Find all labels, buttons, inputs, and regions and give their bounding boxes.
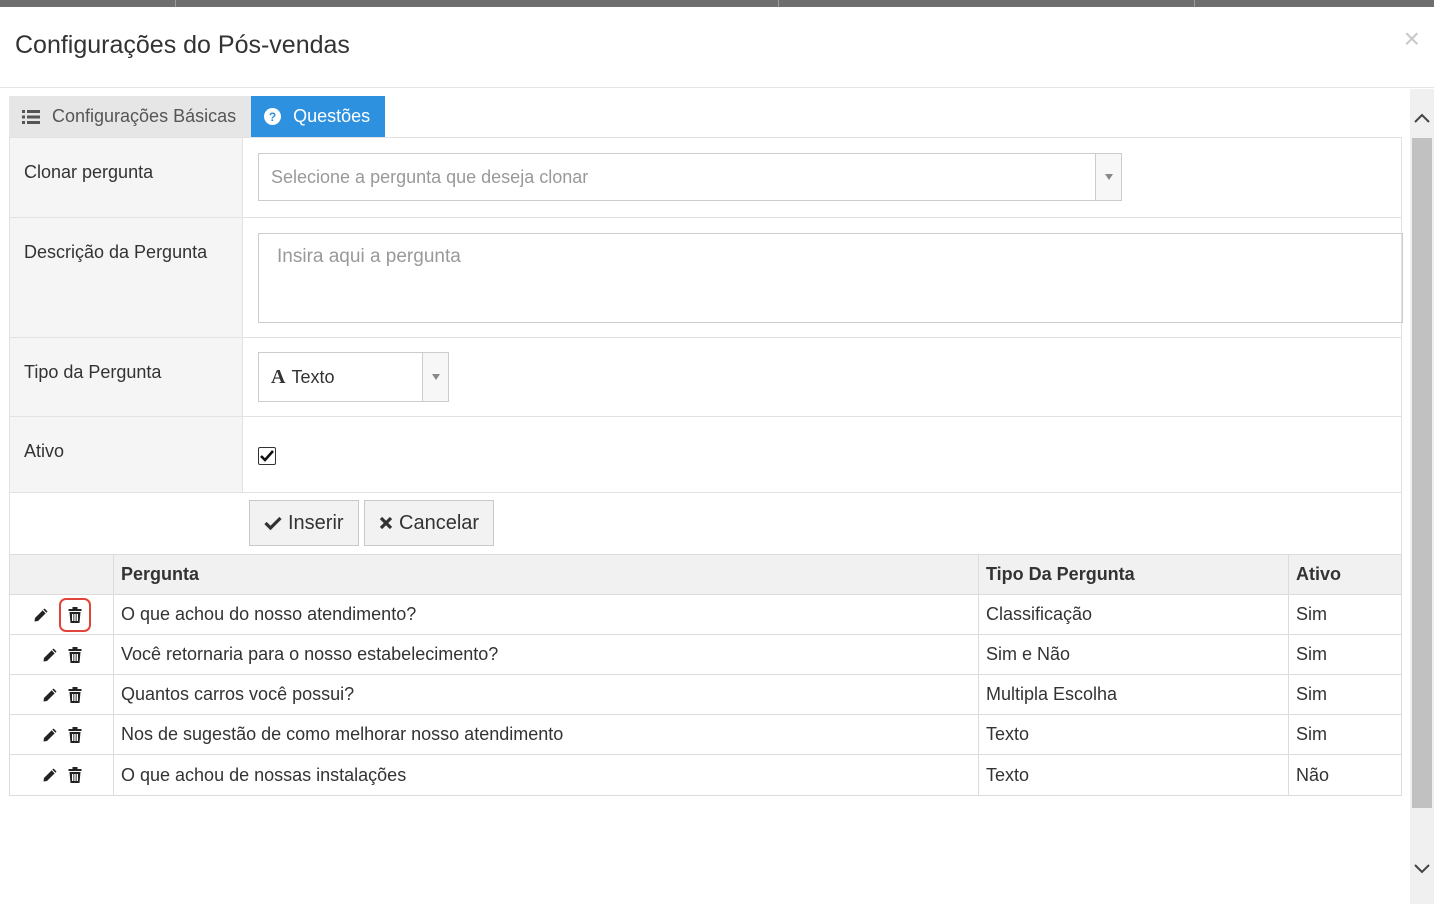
checkmark-icon: [260, 450, 274, 462]
active-cell: Não: [1296, 764, 1330, 785]
question-type-value: Texto: [291, 366, 335, 387]
close-button[interactable]: ×: [1404, 25, 1420, 53]
trash-icon[interactable]: [68, 646, 82, 663]
questions-table: Pergunta Tipo Da Pergunta Ativo O que ac…: [9, 554, 1402, 796]
type-cell: Sim e Não: [979, 635, 1289, 674]
type-cell: Multipla Escolha: [979, 675, 1289, 714]
table-row: Nos de sugestão de como melhorar nosso a…: [10, 715, 1401, 755]
active-cell: Sim: [1296, 684, 1327, 704]
trash-icon[interactable]: [68, 686, 82, 703]
type-cell: Texto: [979, 715, 1289, 754]
table-header: Pergunta Tipo Da Pergunta Ativo: [10, 555, 1401, 595]
insert-label: Inserir: [288, 511, 344, 534]
question-cell: Você retornaria para o nosso estabelecim…: [114, 635, 979, 674]
chevron-down-icon: [1095, 154, 1121, 200]
tab-configuracoes-basicas[interactable]: Configurações Básicas: [9, 96, 252, 137]
cancel-label: Cancelar: [399, 511, 480, 534]
chevron-down-icon: [422, 353, 448, 401]
list-icon: [22, 109, 40, 124]
tab-questoes[interactable]: ? Questões: [251, 96, 386, 137]
background-page-strip: [0, 0, 1434, 7]
header-question[interactable]: Pergunta: [114, 555, 979, 594]
question-cell: Nos de sugestão de como melhorar nosso a…: [114, 715, 979, 754]
times-icon: [379, 516, 393, 530]
table-row: Quantos carros você possui? Multipla Esc…: [10, 675, 1401, 715]
clone-question-select[interactable]: Selecione a pergunta que deseja clonar: [258, 153, 1122, 201]
trash-icon[interactable]: [68, 726, 82, 743]
question-cell: O que achou do nosso atendimento?: [114, 595, 979, 634]
type-cell: Texto: [979, 755, 1289, 795]
scroll-up-icon[interactable]: [1410, 103, 1434, 133]
clone-label: Clonar pergunta: [10, 138, 243, 217]
type-label: Tipo da Pergunta: [10, 338, 243, 416]
tab-label: Configurações Básicas: [52, 106, 237, 126]
pencil-icon[interactable]: [42, 687, 58, 703]
type-cell: Classificação: [979, 595, 1289, 634]
pencil-icon[interactable]: [42, 727, 58, 743]
table-row: O que achou de nossas instalações Texto …: [10, 755, 1401, 795]
table-row: Você retornaria para o nosso estabelecim…: [10, 635, 1401, 675]
active-checkbox[interactable]: [258, 447, 276, 465]
vertical-scrollbar[interactable]: [1410, 89, 1434, 904]
modal-body: Configurações Básicas ? Questões Clonar …: [0, 89, 1410, 904]
trash-icon[interactable]: [58, 597, 91, 632]
description-label: Descrição da Pergunta: [10, 218, 243, 337]
header-active[interactable]: Ativo: [1289, 555, 1401, 594]
actions-row: Inserir Cancelar: [10, 493, 1401, 555]
tab-bar: Configurações Básicas ? Questões: [9, 96, 386, 137]
active-cell: Sim: [1296, 604, 1327, 624]
description-row: Descrição da Pergunta Insira aqui a perg…: [10, 218, 1403, 338]
trash-icon[interactable]: [68, 767, 82, 783]
check-icon: [264, 516, 282, 530]
scroll-down-icon[interactable]: [1410, 854, 1434, 884]
active-label: Ativo: [10, 417, 243, 492]
type-row: Tipo da Pergunta A Texto: [10, 338, 1401, 417]
active-row: Ativo: [10, 417, 1401, 493]
header-actions: [10, 555, 114, 594]
table-row: O que achou do nosso atendimento? Classi…: [10, 595, 1401, 635]
question-form: Clonar pergunta Selecione a pergunta que…: [9, 137, 1403, 555]
question-circle-icon: ?: [264, 108, 282, 125]
clone-row: Clonar pergunta Selecione a pergunta que…: [10, 138, 1401, 218]
clone-placeholder: Selecione a pergunta que deseja clonar: [271, 166, 589, 187]
question-cell: Quantos carros você possui?: [114, 675, 979, 714]
modal-header: Configurações do Pós-vendas ×: [0, 7, 1434, 88]
question-description-input[interactable]: Insira aqui a pergunta: [258, 233, 1403, 323]
text-type-icon: A: [271, 365, 286, 388]
question-cell: O que achou de nossas instalações: [114, 755, 979, 795]
cancel-button[interactable]: Cancelar: [364, 500, 495, 546]
svg-text:?: ?: [269, 110, 276, 124]
active-cell: Sim: [1296, 724, 1327, 744]
scrollbar-thumb[interactable]: [1412, 138, 1432, 808]
pencil-icon[interactable]: [33, 607, 49, 623]
modal-title: Configurações do Pós-vendas: [15, 31, 350, 59]
question-type-select[interactable]: A Texto: [258, 352, 449, 402]
pencil-icon[interactable]: [42, 647, 58, 663]
insert-button[interactable]: Inserir: [249, 500, 359, 546]
tab-label: Questões: [293, 106, 371, 126]
pencil-icon[interactable]: [42, 767, 58, 783]
header-type[interactable]: Tipo Da Pergunta: [979, 555, 1289, 594]
active-cell: Sim: [1296, 644, 1327, 664]
